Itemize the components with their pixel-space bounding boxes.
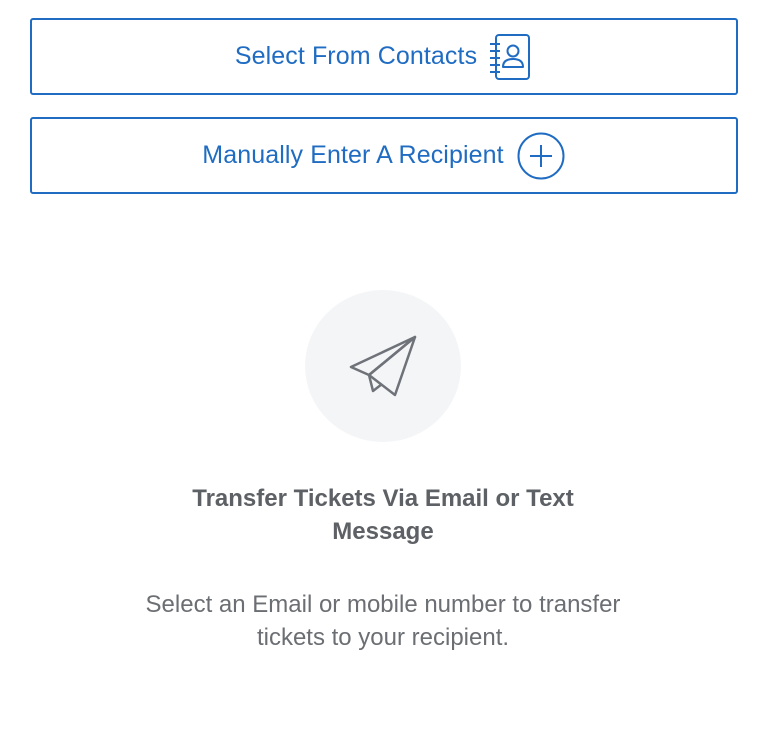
manually-enter-recipient-button[interactable]: Manually Enter A Recipient (30, 117, 738, 194)
transfer-empty-state: Transfer Tickets Via Email or Text Messa… (0, 290, 766, 654)
paper-plane-icon (349, 335, 417, 397)
contacts-book-icon (489, 32, 533, 82)
select-from-contacts-button[interactable]: Select From Contacts (30, 18, 738, 95)
plus-circle-icon (516, 131, 566, 181)
empty-state-title: Transfer Tickets Via Email or Text Messa… (192, 485, 574, 545)
paper-plane-icon-container (305, 290, 461, 442)
manually-enter-recipient-label: Manually Enter A Recipient (202, 141, 504, 169)
select-from-contacts-label: Select From Contacts (234, 42, 478, 70)
empty-state-description: Select an Email or mobile number to tran… (145, 591, 621, 651)
